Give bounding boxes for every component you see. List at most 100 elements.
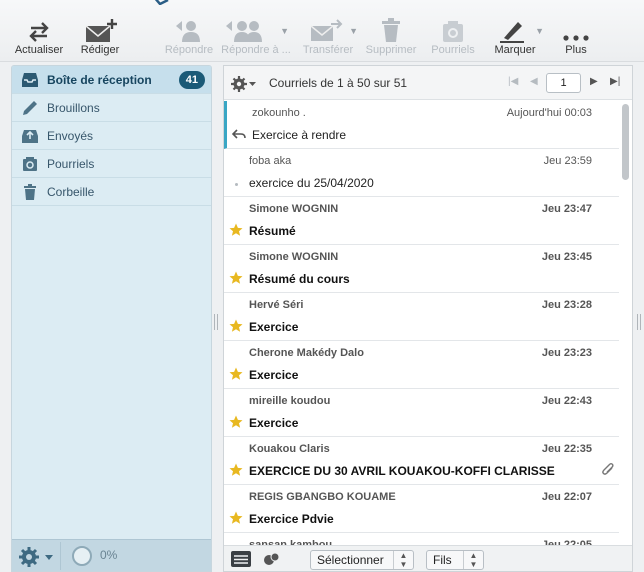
quota-indicator-icon	[72, 546, 92, 566]
message-date: Jeu 23:45	[541, 251, 592, 263]
folder-footer: 0%	[12, 539, 211, 571]
message-subject: Exercice	[249, 320, 299, 334]
folder-drafts[interactable]: Brouillons	[12, 94, 211, 122]
message-date: Jeu 23:47	[541, 203, 592, 215]
refresh-icon	[12, 16, 66, 44]
more-icon	[556, 16, 596, 44]
threads-view-icon[interactable]	[262, 551, 282, 567]
mark-button[interactable]: Marquer ▼	[490, 16, 544, 60]
spam-icon	[23, 157, 37, 171]
unread-count-badge: 41	[178, 71, 205, 89]
list-header: Courriels de 1 à 50 sur 51 |◀ ◀ ▶ ▶|	[224, 66, 632, 100]
flag-star-icon[interactable]	[229, 319, 243, 333]
more-button[interactable]: Plus	[556, 16, 596, 60]
forward-button[interactable]: Transférer ▼	[300, 16, 358, 60]
message-sender: zokounho .	[252, 107, 306, 119]
compose-icon	[78, 16, 122, 44]
flag-star-icon[interactable]	[229, 271, 243, 285]
next-page-icon[interactable]: ▶	[590, 76, 598, 87]
message-sender: mireille koudou	[249, 395, 331, 407]
compose-button[interactable]: Rédiger	[78, 16, 122, 60]
message-date: Jeu 22:43	[541, 395, 592, 407]
message-row[interactable]: REGIS GBANGBO KOUAME Jeu 22:07 Exercice Pd…	[224, 485, 619, 533]
message-row[interactable]: zokounho . Aujourd'hui 00:03 Exercice à re…	[224, 101, 619, 149]
flag-star-icon[interactable]	[229, 511, 243, 525]
threads-dropdown[interactable]: Fils ▲ ▼	[426, 550, 484, 570]
message-row[interactable]: Simone WOGNIN Jeu 23:45 Résumé du cours	[224, 245, 619, 293]
chevron-down-icon[interactable]: ▼	[349, 26, 358, 36]
message-date: Jeu 23:23	[541, 347, 592, 359]
chevron-down-icon[interactable]: ▼	[280, 26, 289, 36]
message-row[interactable]: Hervé Séri Jeu 23:28 Exercice	[224, 293, 619, 341]
flag-star-icon[interactable]	[229, 223, 243, 237]
folder-spam[interactable]: Pourriels	[12, 150, 211, 178]
message-subject: Exercice	[249, 368, 299, 382]
list-scrollbar[interactable]	[621, 104, 630, 544]
message-date: Jeu 23:59	[543, 155, 592, 167]
reply-all-button[interactable]: Répondre à ... ▼	[220, 16, 292, 60]
prev-page-icon[interactable]: ◀	[530, 76, 538, 87]
message-sender: REGIS GBANGBO KOUAME	[249, 491, 396, 503]
message-sender: Simone WOGNIN	[249, 203, 339, 215]
reply-icon	[162, 16, 216, 44]
last-page-icon[interactable]: ▶|	[610, 76, 620, 87]
message-row[interactable]: Cherone Makédy Dalo Jeu 23:23 Exercice	[224, 341, 619, 389]
preview-splitter[interactable]	[637, 314, 641, 330]
folder-inbox[interactable]: Boîte de réception 41	[12, 66, 211, 94]
window-edge-icon	[154, 0, 169, 5]
list-view-icon[interactable]	[230, 550, 252, 568]
folder-settings-gear-icon[interactable]	[18, 546, 56, 568]
message-subject: Exercice Pdvie	[249, 512, 334, 526]
message-sender: foba aka	[249, 155, 292, 167]
message-subject: Exercice à rendre	[252, 128, 347, 142]
message-date: Jeu 22:07	[541, 491, 592, 503]
page-number-input[interactable]	[546, 73, 581, 93]
message-row[interactable]: Simone WOGNIN Jeu 23:47 Résumé	[224, 197, 619, 245]
message-sender: Hervé Séri	[249, 299, 304, 311]
footer-divider	[60, 542, 61, 570]
flag-star-icon[interactable]	[229, 463, 243, 477]
replied-icon	[232, 129, 246, 139]
reply-button[interactable]: Répondre	[162, 16, 216, 60]
attachment-icon	[602, 463, 614, 475]
message-list: zokounho . Aujourd'hui 00:03 Exercice à re…	[224, 101, 619, 547]
folder-list-splitter[interactable]	[214, 314, 218, 330]
status-dot-icon	[235, 183, 238, 186]
sent-icon	[22, 130, 38, 143]
spam-icon	[428, 16, 478, 44]
forward-icon	[300, 16, 356, 44]
flag-star-icon[interactable]	[229, 415, 243, 429]
message-subject: Résumé du cours	[249, 272, 350, 286]
scroll-thumb[interactable]	[622, 104, 629, 180]
select-arrows-icon: ▲ ▼	[393, 551, 413, 569]
flag-star-icon[interactable]	[229, 367, 243, 381]
message-sender: Kouakou Claris	[249, 443, 330, 455]
first-page-icon[interactable]: |◀	[508, 76, 518, 87]
message-subject: EXERCICE DU 30 AVRIL KOUAKOU-KOFFI CLARI…	[249, 464, 555, 478]
message-row[interactable]: foba aka Jeu 23:59 exercice du 25/04/2020	[224, 149, 619, 197]
list-footer: Sélectionner ▲ ▼ Fils ▲ ▼	[224, 545, 632, 571]
folder-trash[interactable]: Corbeille	[12, 178, 211, 206]
message-subject: Résumé	[249, 224, 296, 238]
refresh-button[interactable]: Actualiser	[12, 16, 66, 60]
folder-sent[interactable]: Envoyés	[12, 122, 211, 150]
message-date: Aujourd'hui 00:03	[506, 107, 592, 119]
pagination: |◀ ◀ ▶ ▶|	[506, 73, 624, 93]
select-dropdown[interactable]: Sélectionner ▲ ▼	[310, 550, 414, 570]
folder-list: Boîte de réception 41 Brouillons Envoyés…	[11, 65, 212, 572]
list-options-gear-icon[interactable]	[231, 75, 257, 93]
message-row[interactable]: mireille koudou Jeu 22:43 Exercice	[224, 389, 619, 437]
spam-button[interactable]: Pourriels	[428, 16, 478, 60]
trash-icon	[24, 184, 36, 200]
message-count: Courriels de 1 à 50 sur 51	[269, 76, 408, 90]
trash-icon	[364, 16, 418, 44]
toolbar: Actualiser Rédiger Répondre Répondre à .…	[0, 0, 644, 62]
inbox-icon	[22, 73, 38, 87]
chevron-down-icon[interactable]: ▼	[535, 26, 544, 36]
message-row[interactable]: Kouakou Claris Jeu 22:35 EXERCICE DU 30 AV…	[224, 437, 619, 485]
message-sender: Simone WOGNIN	[249, 251, 339, 263]
pen-icon	[490, 16, 540, 44]
select-arrows-icon: ▲ ▼	[463, 551, 483, 569]
message-list-panel: Courriels de 1 à 50 sur 51 |◀ ◀ ▶ ▶| zok…	[223, 65, 633, 572]
delete-button[interactable]: Supprimer	[364, 16, 418, 60]
